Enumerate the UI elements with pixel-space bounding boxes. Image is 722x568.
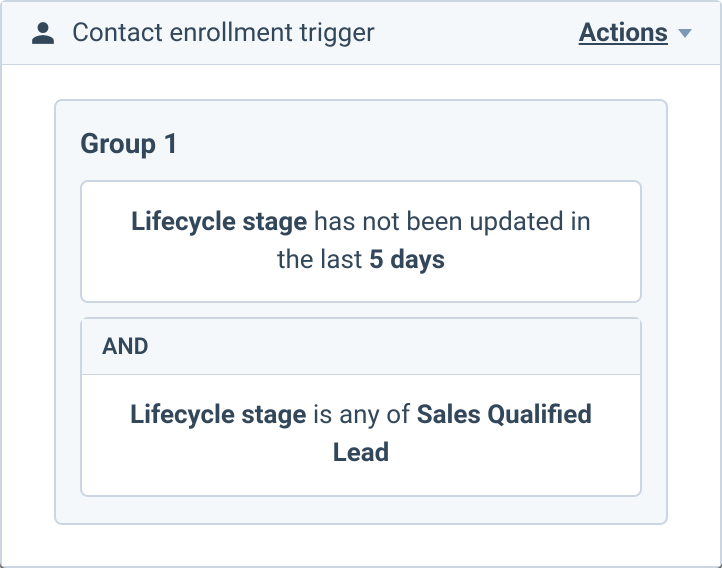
- filter-field: Lifecycle stage: [130, 400, 306, 430]
- enrollment-trigger-panel: Contact enrollment trigger Actions Group…: [0, 0, 722, 568]
- panel-title: Contact enrollment trigger: [72, 18, 579, 48]
- filter-card[interactable]: Lifecycle stage has not been updated in …: [80, 180, 642, 303]
- filter-content: Lifecycle stage is any of Sales Qualifie…: [82, 375, 640, 494]
- filter-content: Lifecycle stage has not been updated in …: [82, 182, 640, 301]
- panel-body: Group 1 Lifecycle stage has not been upd…: [2, 65, 720, 566]
- filter-group: Group 1 Lifecycle stage has not been upd…: [54, 99, 668, 525]
- group-title: Group 1: [80, 127, 642, 160]
- actions-label: Actions: [579, 18, 668, 48]
- actions-dropdown[interactable]: Actions: [579, 18, 692, 48]
- filter-operator: is any of: [306, 400, 416, 430]
- contact-icon: [30, 20, 56, 46]
- filter-connector: AND: [82, 319, 640, 375]
- panel-header: Contact enrollment trigger Actions: [2, 2, 720, 65]
- filter-card[interactable]: AND Lifecycle stage is any of Sales Qual…: [80, 317, 642, 496]
- filter-field: Lifecycle stage: [131, 207, 307, 237]
- filter-value: 5 days: [369, 245, 445, 275]
- caret-down-icon: [678, 29, 692, 38]
